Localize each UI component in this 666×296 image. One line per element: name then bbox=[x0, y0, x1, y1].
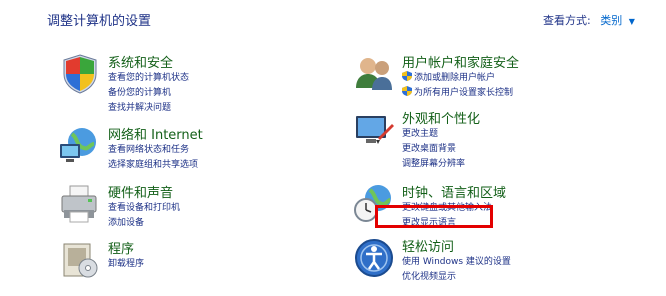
link-view-computer-status[interactable]: 查看您的计算机状态 bbox=[108, 71, 189, 86]
category-title[interactable]: 网络和 Internet bbox=[108, 124, 203, 143]
link-network-status[interactable]: 查看网络状态和任务 bbox=[108, 143, 198, 158]
link-recommended-settings[interactable]: 使用 Windows 建议的设置 bbox=[402, 255, 511, 270]
link-troubleshoot[interactable]: 查找并解决问题 bbox=[108, 101, 189, 116]
link-add-remove-user[interactable]: 添加或删除用户帐户 bbox=[402, 71, 513, 86]
link-homegroup-sharing[interactable]: 选择家庭组和共享选项 bbox=[108, 158, 198, 173]
highlight-box bbox=[375, 205, 493, 228]
link-desktop-background[interactable]: 更改桌面背景 bbox=[402, 142, 465, 157]
uac-shield-icon bbox=[402, 86, 412, 96]
page-title: 调整计算机的设置 bbox=[47, 14, 152, 29]
view-by-value[interactable]: 类别 bbox=[600, 14, 622, 27]
link-screen-resolution[interactable]: 调整屏幕分辨率 bbox=[402, 157, 465, 172]
network-icon[interactable] bbox=[58, 124, 102, 168]
category-title[interactable]: 轻松访问 bbox=[402, 236, 454, 255]
appearance-icon[interactable] bbox=[352, 108, 396, 152]
category-title[interactable]: 用户帐户和家庭安全 bbox=[402, 52, 519, 71]
shield-icon[interactable] bbox=[58, 52, 102, 96]
view-by-control[interactable]: 查看方式: 类别 ▼ bbox=[543, 12, 635, 28]
link-devices-printers[interactable]: 查看设备和打印机 bbox=[108, 201, 180, 216]
category-title[interactable]: 时钟、语言和区域 bbox=[402, 182, 506, 201]
programs-icon[interactable] bbox=[58, 238, 102, 282]
link-change-theme[interactable]: 更改主题 bbox=[402, 127, 465, 142]
category-title[interactable]: 程序 bbox=[108, 238, 134, 257]
category-title[interactable]: 硬件和声音 bbox=[108, 182, 173, 201]
link-parental-controls[interactable]: 为所有用户设置家长控制 bbox=[402, 86, 513, 101]
link-backup-computer[interactable]: 备份您的计算机 bbox=[108, 86, 189, 101]
link-add-device[interactable]: 添加设备 bbox=[108, 216, 180, 231]
view-by-label: 查看方式: bbox=[543, 14, 591, 27]
category-title[interactable]: 系统和安全 bbox=[108, 52, 173, 71]
printer-icon[interactable] bbox=[58, 182, 102, 226]
uac-shield-icon bbox=[402, 71, 412, 81]
users-icon[interactable] bbox=[352, 52, 396, 96]
category-title[interactable]: 外观和个性化 bbox=[402, 108, 480, 127]
link-uninstall-program[interactable]: 卸载程序 bbox=[108, 257, 144, 272]
dropdown-arrow-icon[interactable]: ▼ bbox=[629, 17, 635, 26]
link-optimize-display[interactable]: 优化视频显示 bbox=[402, 270, 511, 285]
ease-of-access-icon[interactable] bbox=[352, 236, 396, 280]
